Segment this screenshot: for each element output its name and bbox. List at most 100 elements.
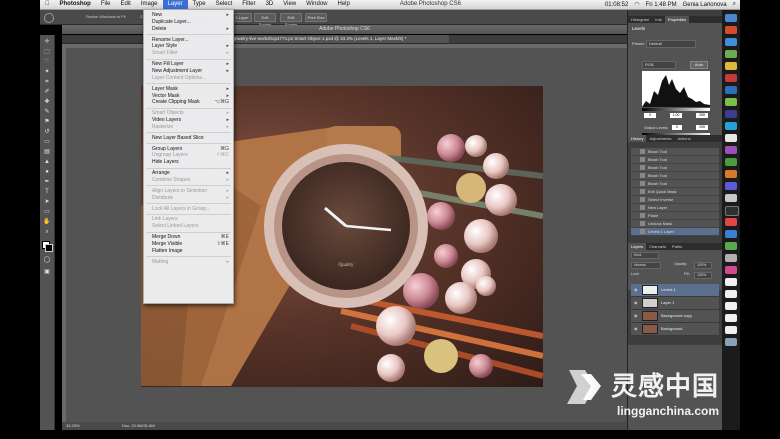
fill-screen-button[interactable]: Edit Screen xyxy=(280,13,302,27)
tab-actions[interactable]: Actions xyxy=(674,135,693,142)
pen-tool-icon[interactable]: ✒ xyxy=(43,179,51,186)
background-color-swatch[interactable] xyxy=(45,244,53,252)
move-tool-icon[interactable]: ✛ xyxy=(43,39,51,46)
menu-window[interactable]: Window xyxy=(301,0,332,9)
layer-row[interactable]: ◉ Background copy xyxy=(631,310,719,323)
history-item[interactable]: Brush Tool xyxy=(631,164,719,172)
document-icon-3[interactable] xyxy=(725,302,737,310)
layer-menu-item[interactable]: Delete ▸ xyxy=(152,26,229,33)
trash-icon[interactable] xyxy=(725,338,737,346)
edit-screen-button[interactable]: Edit Screen xyxy=(254,13,276,27)
menu-help[interactable]: Help xyxy=(333,0,355,9)
tab-layers[interactable]: Layers xyxy=(628,243,647,250)
menu-image[interactable]: Image xyxy=(136,0,163,9)
app-icon-17[interactable] xyxy=(725,230,737,238)
app-icon-11[interactable] xyxy=(725,158,737,166)
lasso-tool-icon[interactable]: ➰ xyxy=(43,59,51,66)
fill-field[interactable]: 100% xyxy=(694,272,712,279)
layer-row[interactable]: ◉ Levels 1 xyxy=(631,284,719,297)
crop-tool-icon[interactable]: ⌗ xyxy=(43,79,51,86)
app-icon-16[interactable] xyxy=(725,218,737,226)
app-icon-15[interactable] xyxy=(725,206,739,216)
document-icon-1[interactable] xyxy=(725,278,737,286)
resize-windows-option[interactable]: Resize Windows to Fit xyxy=(86,14,126,19)
kind-filter[interactable]: Kind xyxy=(631,252,659,259)
app-icon-5[interactable] xyxy=(725,74,737,82)
tab-channels[interactable]: Channels xyxy=(646,243,669,250)
history-item[interactable]: Undock Mask xyxy=(631,220,719,228)
menu-select[interactable]: Select xyxy=(211,0,238,9)
history-item[interactable]: Brush Tool xyxy=(631,172,719,180)
path-select-tool-icon[interactable]: ➤ xyxy=(43,199,51,206)
visibility-eye-icon[interactable]: ◉ xyxy=(634,297,639,309)
tab-info[interactable]: Info xyxy=(652,16,665,23)
menu-layer[interactable]: Layer xyxy=(162,0,188,9)
app-icon-10[interactable] xyxy=(725,146,737,154)
layer-menu-item[interactable]: Flatten Image xyxy=(152,248,229,255)
layer-menu-item[interactable]: Create Clipping Mask ⌥⌘G xyxy=(152,99,229,106)
auto-button[interactable]: Auto xyxy=(690,61,708,69)
one-layer-button[interactable]: 1 Layer xyxy=(232,13,252,22)
shape-tool-icon[interactable]: ▭ xyxy=(43,209,51,216)
marquee-tool-icon[interactable]: ⬚ xyxy=(43,49,51,56)
app-icon-3[interactable] xyxy=(725,50,737,58)
visibility-eye-icon[interactable]: ◉ xyxy=(634,310,639,322)
zoom-level[interactable]: 33.33% xyxy=(66,422,80,430)
healing-tool-icon[interactable]: ✚ xyxy=(43,99,51,106)
history-item[interactable]: Select Inverse xyxy=(631,196,719,204)
hand-tool-icon[interactable]: ✋ xyxy=(43,219,51,226)
gradient-tool-icon[interactable]: ▤ xyxy=(43,149,51,156)
tab-history[interactable]: History xyxy=(628,135,647,142)
history-item[interactable]: New Layer xyxy=(631,204,719,212)
tab-adjustments[interactable]: Adjustments xyxy=(646,135,674,142)
menu-file[interactable]: File xyxy=(96,0,116,9)
output-black[interactable]: 0 xyxy=(672,125,682,130)
blend-mode-select[interactable]: Normal xyxy=(631,262,661,269)
app-icon-9[interactable] xyxy=(725,134,737,142)
output-white[interactable]: 255 xyxy=(696,125,708,130)
menu-3d[interactable]: 3D xyxy=(261,0,279,9)
app-icon-6[interactable] xyxy=(725,86,737,94)
app-icon-1[interactable] xyxy=(725,26,737,34)
user-name[interactable]: Genia Larionova xyxy=(683,2,727,8)
menu-view[interactable]: View xyxy=(278,0,301,9)
stamp-tool-icon[interactable]: ⚑ xyxy=(43,119,51,126)
history-brush-tool-icon[interactable]: ↺ xyxy=(43,129,51,136)
screen-mode-icon[interactable]: ▣ xyxy=(43,269,51,276)
input-white[interactable]: 255 xyxy=(696,113,708,118)
app-icon-13[interactable] xyxy=(725,182,737,190)
history-item[interactable]: Brush Tool xyxy=(631,156,719,164)
app-icon-8[interactable] xyxy=(725,110,737,118)
zoom-tool-icon[interactable]: ⌕ xyxy=(43,229,51,236)
menu-edit[interactable]: Edit xyxy=(116,0,136,9)
blur-tool-icon[interactable]: ▲ xyxy=(43,159,51,166)
app-icon-4[interactable] xyxy=(725,62,737,70)
quick-select-tool-icon[interactable]: ✦ xyxy=(43,69,51,76)
app-icon-19[interactable] xyxy=(725,254,737,262)
history-item[interactable]: Brush Tool xyxy=(631,180,719,188)
app-icon-14[interactable] xyxy=(725,194,737,202)
finder-icon[interactable] xyxy=(725,14,737,22)
document-icon-4[interactable] xyxy=(725,314,737,322)
history-item[interactable]: Paste xyxy=(631,212,719,220)
preset-select[interactable]: Default xyxy=(646,40,696,48)
print-size-button[interactable]: Print Size xyxy=(305,13,327,22)
input-gamma[interactable]: 1.00 xyxy=(670,113,682,118)
input-black[interactable]: 0 xyxy=(644,113,656,118)
app-icon-20[interactable] xyxy=(725,266,737,274)
apple-menu-icon[interactable]:  xyxy=(40,0,55,9)
input-slider[interactable] xyxy=(642,108,710,111)
document-icon-2[interactable] xyxy=(725,290,737,298)
app-icon-18[interactable] xyxy=(725,242,737,250)
eyedropper-tool-icon[interactable]: ✐ xyxy=(43,89,51,96)
app-icon-7[interactable] xyxy=(725,98,737,106)
menu-type[interactable]: Type xyxy=(188,0,211,9)
menu-filter[interactable]: Filter xyxy=(237,0,260,9)
history-item[interactable]: Exit Quick Mask xyxy=(631,188,719,196)
quick-mask-icon[interactable]: ◯ xyxy=(43,257,51,264)
layer-row[interactable]: ◉ Layer 1 xyxy=(631,297,719,310)
channel-select[interactable]: RGB xyxy=(642,61,676,69)
vertical-ruler[interactable] xyxy=(62,44,66,422)
history-item[interactable]: Brush Tool xyxy=(631,148,719,156)
opacity-field[interactable]: 100% xyxy=(694,262,712,269)
